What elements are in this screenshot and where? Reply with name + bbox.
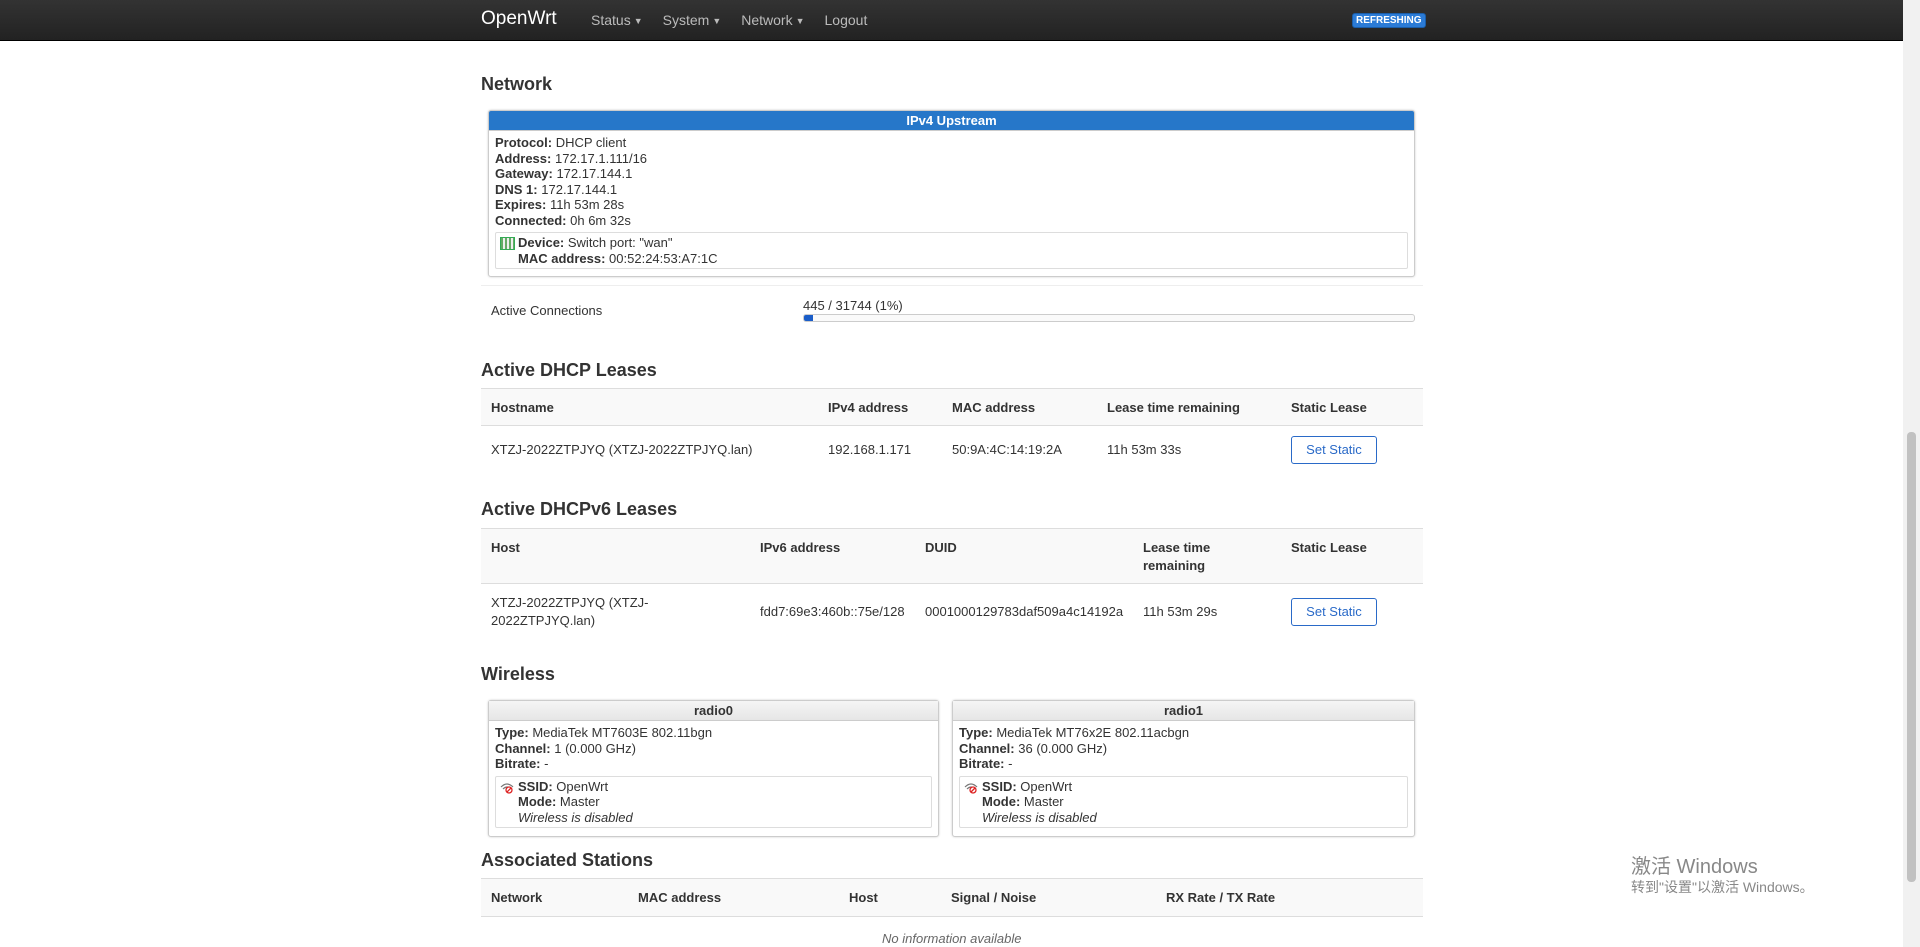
network-port-icon bbox=[500, 237, 515, 250]
table-header-row: Network MAC address Host Signal / Noise … bbox=[481, 878, 1423, 917]
radio1-ssid-box: SSID: OpenWrt Mode: Master Wireless is d… bbox=[959, 775, 1408, 828]
menu-status[interactable]: Status ▼ bbox=[591, 12, 643, 28]
device-value: Switch port: "wan" bbox=[567, 235, 673, 250]
chevron-down-icon: ▼ bbox=[633, 16, 643, 26]
col-network: Network bbox=[491, 890, 543, 905]
chevron-down-icon: ▼ bbox=[712, 16, 722, 26]
protocol-value: DHCP client bbox=[555, 135, 627, 150]
col-static: Static Lease bbox=[1291, 400, 1367, 415]
col-host: Host bbox=[849, 890, 878, 905]
table-row: XTZJ-2022ZTPJYQ (XTZJ-2022ZTPJYQ.lan) 19… bbox=[481, 425, 1423, 475]
brand-logo[interactable]: OpenWrt bbox=[481, 8, 557, 30]
ipv4-upstream-header: IPv4 Upstream bbox=[489, 111, 1414, 131]
table-header-row: Hostname IPv4 address MAC address Lease … bbox=[481, 388, 1423, 425]
wifi-disabled-icon bbox=[964, 782, 978, 794]
mac-value: 00:52:24:53:A7:1C bbox=[609, 250, 718, 266]
main-menu: Status ▼ System ▼ Network ▼ Logout bbox=[591, 12, 887, 28]
active-connections-label: Active Connections bbox=[491, 303, 603, 318]
lease6-host-line1: XTZJ-2022ZTPJYQ (XTZJ- bbox=[491, 595, 649, 610]
menu-network[interactable]: Network ▼ bbox=[741, 12, 804, 28]
radio0-bitrate: - bbox=[544, 756, 549, 771]
col-mac: MAC address bbox=[952, 400, 1036, 415]
lease-mac: 50:9A:4C:14:19:2A bbox=[952, 442, 1062, 457]
windows-watermark-subtitle: 转到"设置"以激活 Windows。 bbox=[1631, 879, 1814, 895]
address-value: 172.17.1.111/16 bbox=[554, 150, 648, 166]
menu-system[interactable]: System ▼ bbox=[663, 12, 722, 28]
radio0-type: MediaTek MT7603E 802.11bgn bbox=[532, 725, 713, 740]
radio1-type: MediaTek MT76x2E 802.11acbgn bbox=[996, 725, 1190, 740]
expires-value: 11h 53m 28s bbox=[549, 197, 625, 212]
network-section-title: Network bbox=[481, 74, 553, 94]
col-host: Host bbox=[491, 540, 520, 555]
col-ipv4: IPv4 address bbox=[828, 400, 909, 415]
refreshing-badge[interactable]: REFRESHING bbox=[1352, 13, 1426, 28]
connected-value: 0h 6m 32s bbox=[570, 212, 631, 228]
dhcp-section-title: Active DHCP Leases bbox=[481, 360, 657, 380]
radio1-mode: Master bbox=[1023, 794, 1064, 809]
radio0-box: radio0 Type: MediaTek MT7603E 802.11bgn … bbox=[488, 700, 939, 837]
set-static-button[interactable]: Set Static bbox=[1291, 598, 1377, 626]
radio0-status: Wireless is disabled bbox=[518, 809, 633, 825]
col-duid: DUID bbox=[925, 540, 957, 555]
device-box: Device: Switch port: "wan" MAC address: … bbox=[495, 232, 1408, 269]
col-lease: Lease time remaining bbox=[1107, 400, 1240, 415]
radio1-bitrate: - bbox=[1008, 756, 1013, 771]
windows-watermark-title: 激活 Windows bbox=[1631, 856, 1758, 878]
col-mac: MAC address bbox=[638, 890, 722, 905]
radio1-ssid: OpenWrt bbox=[1020, 778, 1073, 794]
lease6-host-line2: 2022ZTPJYQ.lan) bbox=[491, 613, 596, 628]
wifi-disabled-icon bbox=[500, 782, 514, 794]
lease-ip: 192.168.1.171 bbox=[828, 442, 912, 457]
chevron-down-icon: ▼ bbox=[795, 16, 805, 26]
col-lease-time: Lease time bbox=[1143, 540, 1211, 555]
radio0-ssid-box: SSID: OpenWrt Mode: Master Wireless is d… bbox=[495, 775, 932, 828]
radio0-channel: 1 (0.000 GHz) bbox=[554, 740, 636, 756]
col-ipv6: IPv6 address bbox=[760, 540, 841, 555]
gateway-value: 172.17.144.1 bbox=[556, 166, 633, 181]
set-static-button[interactable]: Set Static bbox=[1291, 436, 1377, 464]
active-connections-progress bbox=[803, 314, 1415, 322]
col-signal: Signal / Noise bbox=[951, 890, 1037, 905]
dns-value: 172.17.144.1 bbox=[541, 181, 618, 197]
radio1-box: radio1 Type: MediaTek MT76x2E 802.11acbg… bbox=[952, 700, 1415, 837]
radio0-ssid: OpenWrt bbox=[556, 778, 609, 794]
scrollbar-thumb[interactable] bbox=[1907, 432, 1916, 882]
col-lease-remaining: remaining bbox=[1143, 558, 1206, 573]
radio0-header: radio0 bbox=[489, 701, 938, 721]
col-static: Static Lease bbox=[1291, 540, 1367, 555]
lease6-duid: 0001000129783daf509a4c14192a bbox=[925, 604, 1124, 619]
col-hostname: Hostname bbox=[491, 400, 554, 415]
radio0-mode: Master bbox=[559, 794, 600, 809]
lease6-time: 11h 53m 29s bbox=[1143, 604, 1218, 619]
lease-hostname: XTZJ-2022ZTPJYQ (XTZJ-2022ZTPJYQ.lan) bbox=[491, 442, 753, 457]
col-rate: RX Rate / TX Rate bbox=[1166, 890, 1276, 905]
wireless-section-title: Wireless bbox=[481, 664, 555, 684]
page-scrollbar[interactable] bbox=[1903, 0, 1920, 947]
lease-time: 11h 53m 33s bbox=[1107, 442, 1182, 457]
ipv4-upstream-box: IPv4 Upstream Protocol: DHCP client Addr… bbox=[488, 110, 1415, 277]
stations-section-title: Associated Stations bbox=[481, 850, 654, 870]
dhcpv6-section-title: Active DHCPv6 Leases bbox=[481, 499, 678, 519]
progress-fill bbox=[804, 315, 813, 321]
table-header-row: Host IPv6 address DUID Lease time remain… bbox=[481, 528, 1423, 583]
no-info-message: No information available bbox=[882, 931, 1022, 946]
radio1-status: Wireless is disabled bbox=[982, 809, 1097, 825]
top-navbar: OpenWrt Status ▼ System ▼ Network ▼ Logout … bbox=[0, 0, 1903, 41]
radio1-header: radio1 bbox=[953, 701, 1414, 721]
active-connections-value: 445 / 31744 (1%) bbox=[803, 298, 903, 313]
table-row: XTZJ-2022ZTPJYQ (XTZJ- 2022ZTPJYQ.lan) f… bbox=[481, 583, 1423, 638]
menu-logout[interactable]: Logout bbox=[825, 12, 868, 28]
radio1-channel: 36 (0.000 GHz) bbox=[1018, 740, 1108, 756]
lease6-ip: fdd7:69e3:460b::75e/128 bbox=[760, 604, 905, 619]
